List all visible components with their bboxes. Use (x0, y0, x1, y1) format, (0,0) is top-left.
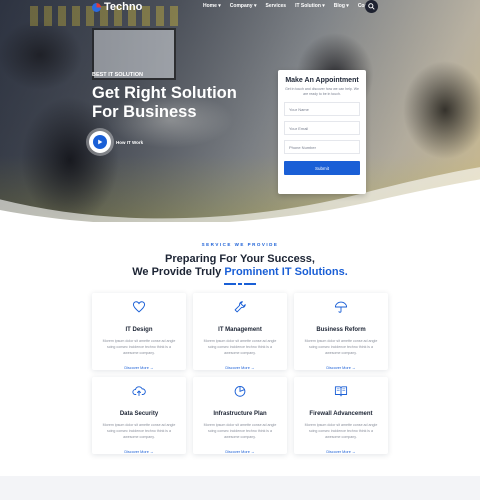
brand-name: Techno (104, 1, 143, 13)
services-title-line2: We Provide Truly Prominent IT Solutions. (0, 266, 480, 279)
top-navbar: Techno Home ▾ Company ▾ Services IT Solu… (0, 0, 480, 14)
wrench-icon (234, 301, 246, 313)
service-card: Data Security Morem ipsum dolor sit amet… (92, 377, 186, 454)
nav-item-home[interactable]: Home ▾ (203, 3, 221, 9)
nav-item-it-solution[interactable]: IT Solution ▾ (295, 3, 325, 9)
video-label[interactable]: How IT Work (116, 140, 143, 145)
hero-headline: Get Right Solution For Business (92, 84, 262, 122)
title-underline (224, 283, 256, 285)
service-description: Morem ipsum dolor sit amette conse ad an… (304, 339, 378, 355)
service-title: Data Security (119, 411, 159, 417)
nav-item-services[interactable]: Services (265, 3, 286, 9)
service-title: IT Design (125, 327, 153, 333)
service-description: Morem ipsum dolor sit amette conse ad an… (203, 423, 277, 439)
service-title: Infrastructure Plan (213, 411, 267, 417)
hero-headline-line2: For Business (92, 103, 197, 121)
search-icon (368, 3, 375, 10)
services-title: Preparing For Your Success, We Provide T… (0, 253, 480, 279)
form-title: Make An Appointment (285, 77, 359, 84)
discover-more-link[interactable]: Discover More → (326, 366, 355, 370)
service-card: IT Management Morem ipsum dolor sit amet… (193, 293, 287, 370)
service-card: IT Design Morem ipsum dolor sit amette c… (92, 293, 186, 370)
play-video-button[interactable] (89, 131, 111, 153)
service-description: Morem ipsum dolor sit amette conse ad an… (203, 339, 277, 355)
phone-field[interactable]: Phone Number (284, 140, 360, 154)
service-title: Firewall Advancement (309, 411, 373, 417)
service-description: Morem ipsum dolor sit amette conse ad an… (102, 423, 176, 439)
service-title: IT Management (218, 327, 262, 333)
discover-more-link[interactable]: Discover More → (124, 366, 153, 370)
pie-chart-icon (234, 385, 246, 397)
book-icon (334, 386, 348, 397)
service-card: Firewall Advancement Morem ipsum dolor s… (294, 377, 388, 454)
services-eyebrow: SERVICE WE PROVIDE (201, 242, 279, 247)
email-field[interactable]: Your Email (284, 121, 360, 135)
discover-more-link[interactable]: Discover More → (326, 450, 355, 454)
hero-wave-divider (0, 167, 480, 222)
submit-button[interactable]: Submit (284, 161, 360, 175)
nav-item-company[interactable]: Company ▾ (230, 3, 257, 9)
service-description: Morem ipsum dolor sit amette conse ad an… (304, 423, 378, 439)
service-card: Infrastructure Plan Morem ipsum dolor si… (193, 377, 287, 454)
service-title: Business Reform (316, 327, 366, 333)
hero-headline-line1: Get Right Solution (92, 84, 237, 102)
services-title-prefix: We Provide Truly (132, 266, 225, 278)
services-grid: IT Design Morem ipsum dolor sit amette c… (92, 293, 388, 454)
brand-logo[interactable]: Techno (92, 1, 142, 13)
umbrella-icon (334, 301, 348, 313)
appointment-form: Make An Appointment Get in touch and dis… (278, 70, 366, 194)
form-description: Get in touch and discover how we can hel… (285, 87, 359, 96)
discover-more-link[interactable]: Discover More → (225, 450, 254, 454)
main-menu: Home ▾ Company ▾ Services IT Solution ▾ … (203, 3, 376, 9)
footer-band (0, 476, 480, 500)
service-description: Morem ipsum dolor sit amette conse ad an… (102, 339, 176, 355)
play-icon (98, 139, 103, 145)
hero-eyebrow: BEST IT SOLUTION (92, 72, 144, 78)
name-field[interactable]: Your Name (284, 102, 360, 116)
nav-item-blog[interactable]: Blog ▾ (334, 3, 349, 9)
heart-icon (132, 301, 146, 313)
discover-more-link[interactable]: Discover More → (124, 450, 153, 454)
search-button[interactable] (365, 0, 378, 13)
discover-more-link[interactable]: Discover More → (225, 366, 254, 370)
services-title-line1: Preparing For Your Success, (165, 253, 315, 265)
services-title-accent: Prominent IT Solutions. (224, 266, 348, 278)
service-card: Business Reform Morem ipsum dolor sit am… (294, 293, 388, 370)
logo-icon (92, 2, 101, 12)
cloud-upload-icon (132, 386, 146, 396)
